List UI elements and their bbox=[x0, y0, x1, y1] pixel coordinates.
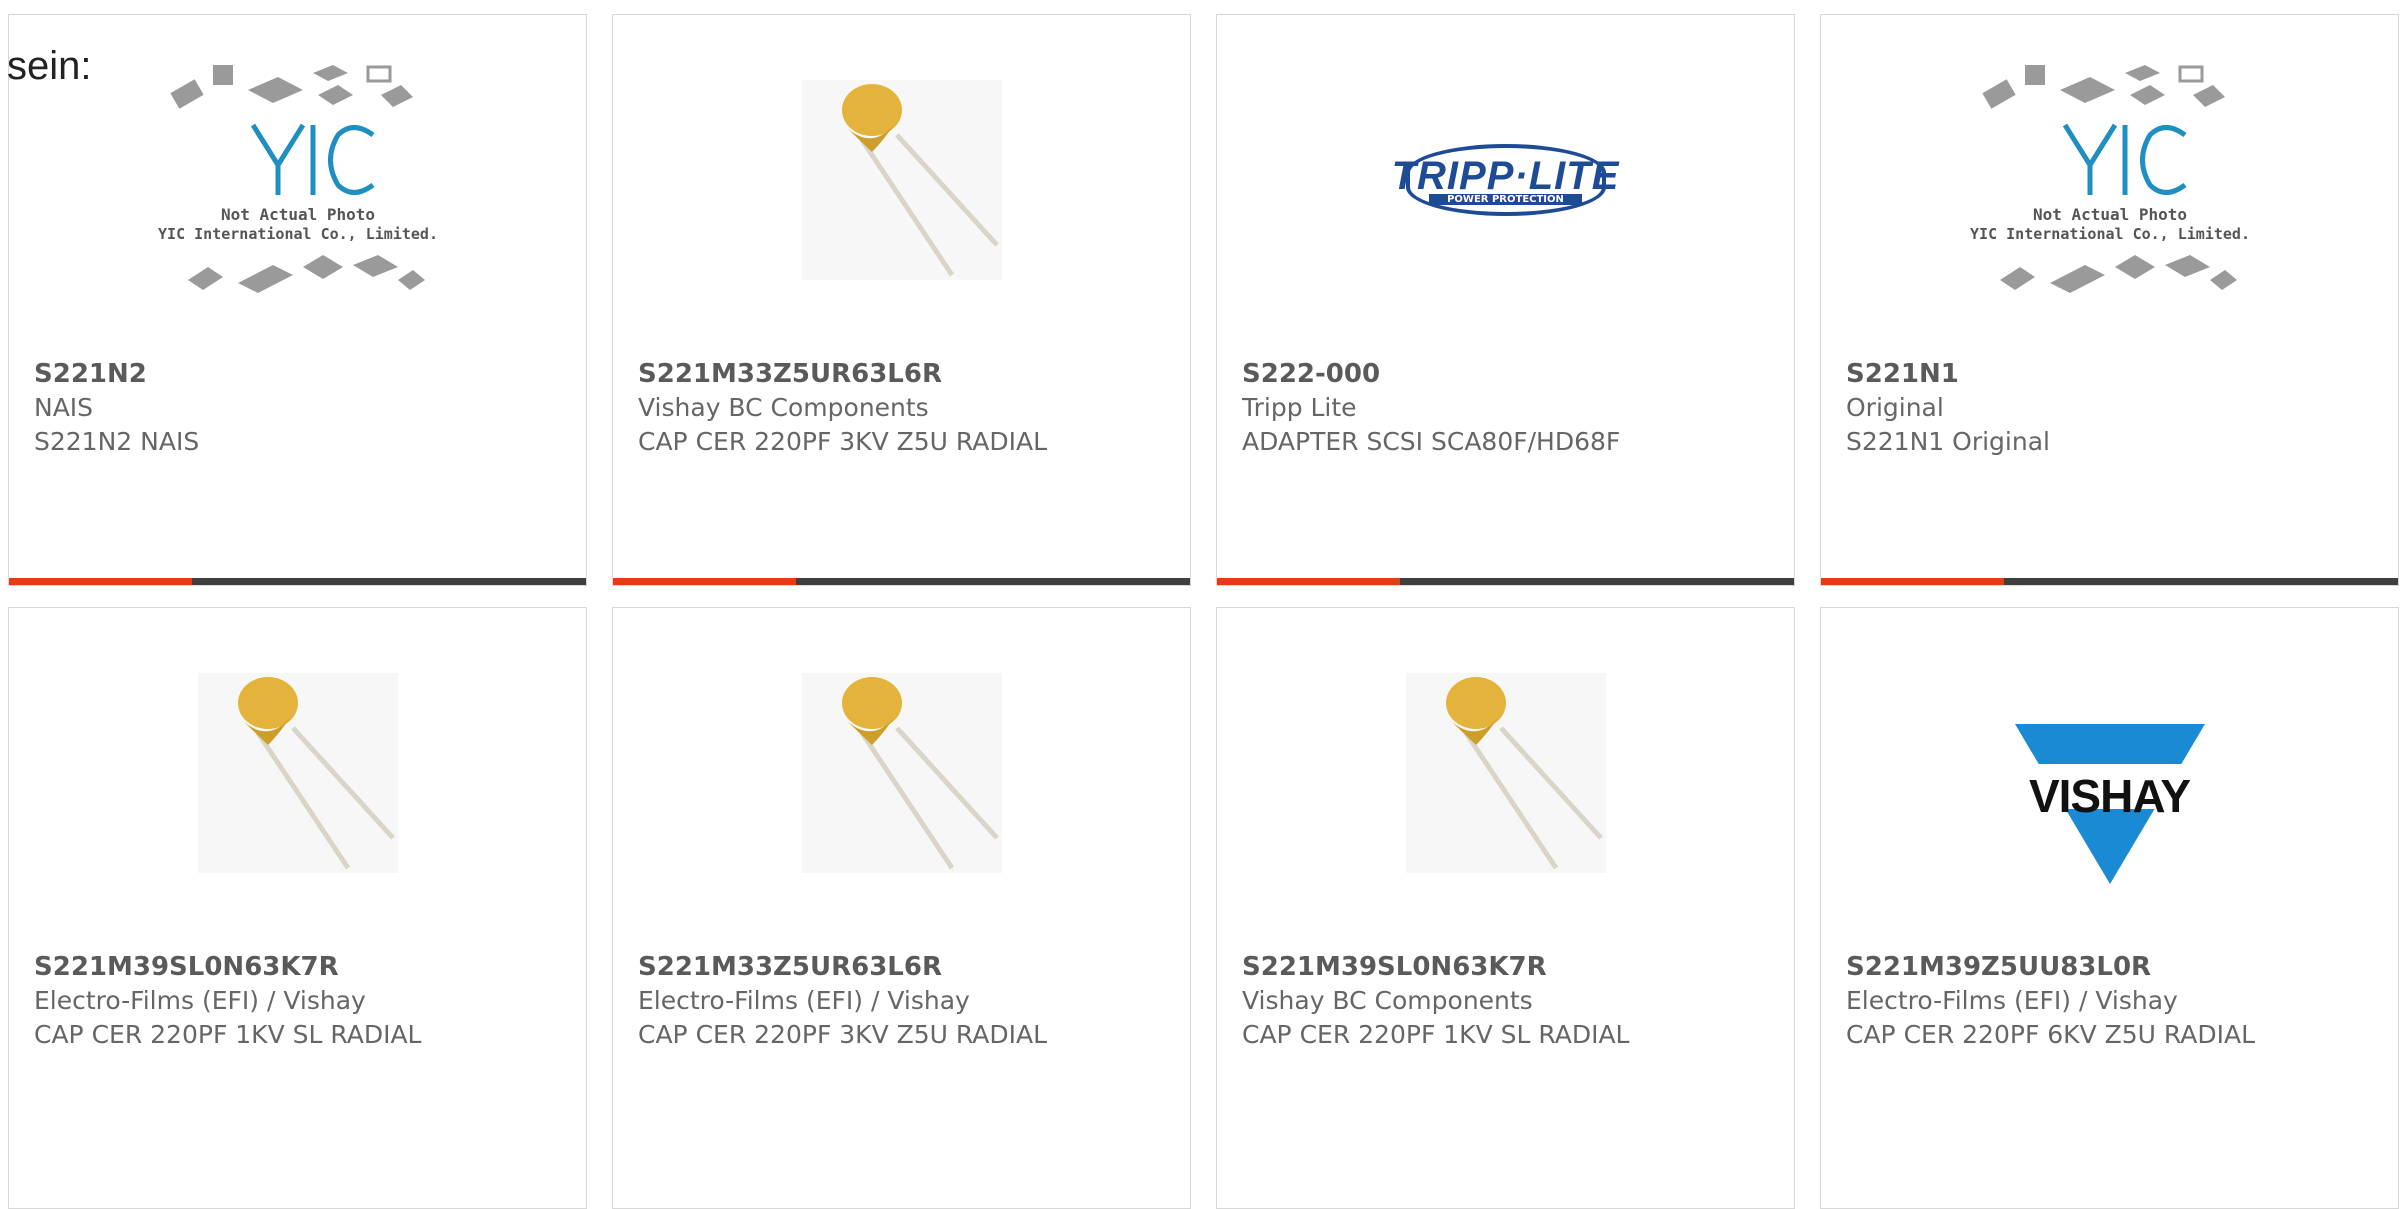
product-card[interactable]: S221M39SL0N63K7R Vishay BC Components CA… bbox=[1216, 607, 1795, 1209]
product-card[interactable]: S221M33Z5UR63L6R Electro-Films (EFI) / V… bbox=[612, 607, 1191, 1209]
product-image[interactable] bbox=[613, 15, 1190, 345]
description: CAP CER 220PF 1KV SL RADIAL bbox=[1242, 1020, 1630, 1049]
product-image[interactable]: Not Actual Photo YIC International Co., … bbox=[1821, 15, 2398, 345]
manufacturer: NAIS bbox=[34, 393, 94, 422]
intro-text: sein: bbox=[7, 44, 92, 88]
description: CAP CER 220PF 6KV Z5U RADIAL bbox=[1846, 1020, 2256, 1049]
product-image[interactable]: VISHAY bbox=[1821, 608, 2398, 938]
part-number[interactable]: S221M33Z5UR63L6R bbox=[638, 950, 1180, 984]
ceramic-capacitor-image bbox=[801, 80, 1002, 280]
manufacturer: Vishay BC Components bbox=[638, 393, 929, 422]
svg-text:Not Actual Photo: Not Actual Photo bbox=[2032, 205, 2186, 224]
description: S221N1 Original bbox=[1846, 427, 2050, 456]
ceramic-capacitor-image bbox=[1405, 673, 1606, 873]
card-bottom-bar bbox=[1217, 578, 1794, 585]
manufacturer: Electro-Films (EFI) / Vishay bbox=[34, 986, 366, 1015]
part-number[interactable]: S221M39SL0N63K7R bbox=[34, 950, 576, 984]
product-image[interactable]: TRIPP·LITE POWER PROTECTION bbox=[1217, 15, 1794, 345]
description: CAP CER 220PF 3KV Z5U RADIAL bbox=[638, 427, 1048, 456]
svg-text:Not Actual Photo: Not Actual Photo bbox=[220, 205, 374, 224]
product-image[interactable] bbox=[613, 608, 1190, 938]
part-number[interactable]: S221M39Z5UU83L0R bbox=[1846, 950, 2388, 984]
manufacturer: Electro-Films (EFI) / Vishay bbox=[638, 986, 970, 1015]
svg-text:YIC International Co., Limited: YIC International Co., Limited. bbox=[158, 225, 438, 243]
product-grid: Not Actual Photo YIC International Co., … bbox=[8, 14, 2400, 1209]
card-bottom-bar bbox=[613, 578, 1190, 585]
part-number[interactable]: S221N2 bbox=[34, 357, 576, 391]
product-card[interactable]: VISHAY S221M39Z5UU83L0R Electro-Films (E… bbox=[1820, 607, 2399, 1209]
part-number[interactable]: S221M33Z5UR63L6R bbox=[638, 357, 1180, 391]
product-card[interactable]: S221M39SL0N63K7R Electro-Films (EFI) / V… bbox=[8, 607, 587, 1209]
product-card[interactable]: S221M33Z5UR63L6R Vishay BC Components CA… bbox=[612, 14, 1191, 586]
description: ADAPTER SCSI SCA80F/HD68F bbox=[1242, 427, 1621, 456]
yic-placeholder-image: Not Actual Photo YIC International Co., … bbox=[158, 65, 438, 293]
part-number[interactable]: S221M39SL0N63K7R bbox=[1242, 950, 1784, 984]
yic-placeholder-image: Not Actual Photo YIC International Co., … bbox=[1970, 65, 2250, 293]
ceramic-capacitor-image bbox=[801, 673, 1002, 873]
svg-text:YIC International Co., Limited: YIC International Co., Limited. bbox=[1970, 225, 2250, 243]
card-bottom-bar bbox=[1821, 578, 2398, 585]
ceramic-capacitor-image bbox=[197, 673, 398, 873]
description: CAP CER 220PF 1KV SL RADIAL bbox=[34, 1020, 422, 1049]
manufacturer: Vishay BC Components bbox=[1242, 986, 1533, 1015]
vishay-logo: VISHAY bbox=[2009, 723, 2210, 884]
product-image[interactable]: Not Actual Photo YIC International Co., … bbox=[9, 15, 586, 345]
description: S221N2 NAIS bbox=[34, 427, 200, 456]
tripp-lite-logo: TRIPP·LITE POWER PROTECTION bbox=[1392, 144, 1618, 216]
product-image[interactable] bbox=[9, 608, 586, 938]
manufacturer: Tripp Lite bbox=[1242, 393, 1357, 422]
part-number[interactable]: S221N1 bbox=[1846, 357, 2388, 391]
card-bottom-bar bbox=[9, 578, 586, 585]
manufacturer: Electro-Films (EFI) / Vishay bbox=[1846, 986, 2178, 1015]
product-image[interactable] bbox=[1217, 608, 1794, 938]
product-card[interactable]: Not Actual Photo YIC International Co., … bbox=[8, 14, 587, 586]
product-card[interactable]: Not Actual Photo YIC International Co., … bbox=[1820, 14, 2399, 586]
product-card[interactable]: TRIPP·LITE POWER PROTECTION S222-000 Tri… bbox=[1216, 14, 1795, 586]
description: CAP CER 220PF 3KV Z5U RADIAL bbox=[638, 1020, 1048, 1049]
part-number[interactable]: S222-000 bbox=[1242, 357, 1784, 391]
manufacturer: Original bbox=[1846, 393, 1944, 422]
